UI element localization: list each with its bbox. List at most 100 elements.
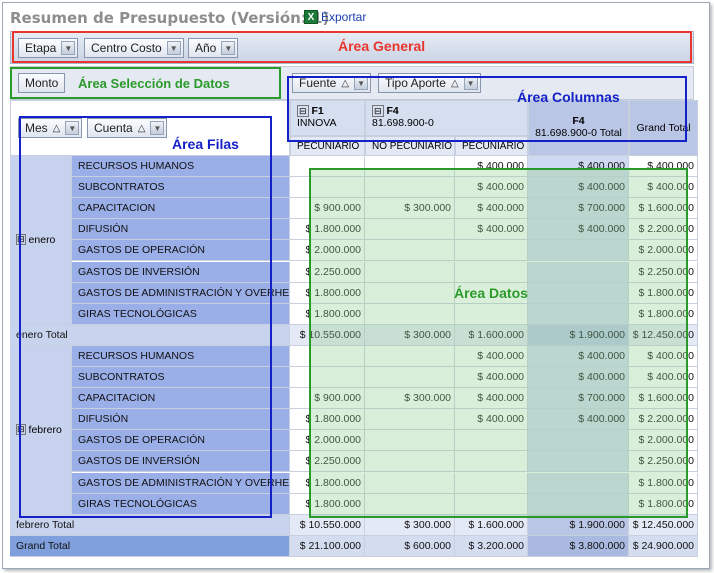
value-cell <box>455 261 528 283</box>
chevron-down-icon[interactable]: ▼ <box>166 41 181 55</box>
filter-chip-label: Etapa <box>25 41 57 55</box>
account-label: RECURSOS HUMANOS <box>72 156 290 177</box>
row-field-label: Cuenta <box>94 121 133 135</box>
value-cell: $ 300.000 <box>365 324 455 346</box>
value-cell <box>528 430 629 452</box>
collapse-icon[interactable]: ⊟ <box>372 105 384 117</box>
value-cell: $ 1.800.000 <box>290 493 365 515</box>
value-cell: $ 2.250.000 <box>629 451 698 473</box>
value-cell: $ 400.000 <box>528 219 629 241</box>
value-cell: $ 1.800.000 <box>290 409 365 431</box>
sort-icon[interactable]: △ <box>53 123 61 134</box>
columns-area-label: Área Columnas <box>517 89 620 105</box>
value-cell <box>290 367 365 388</box>
value-cell <box>455 240 528 262</box>
account-label: SUBCONTRATOS <box>72 367 290 388</box>
excel-icon: X <box>304 10 318 24</box>
value-cell: $ 1.800.000 <box>629 493 698 515</box>
filter-chip-etapa[interactable]: Etapa ▼ <box>18 38 79 58</box>
value-cell: $ 400.000 <box>455 345 528 367</box>
value-cell: $ 400.000 <box>528 156 629 177</box>
column-header-f4-total-sub: 81.698.900-0 Total <box>535 127 622 139</box>
value-cell <box>528 282 629 304</box>
month-label: febrero <box>28 423 62 436</box>
account-label: GASTOS DE OPERACIÓN <box>72 430 290 452</box>
column-header-f1-name: F1 <box>311 105 324 117</box>
value-cell: $ 900.000 <box>290 388 365 410</box>
sort-icon[interactable]: △ <box>138 123 146 134</box>
column-field-tipo-aporte[interactable]: Tipo Aporte △ ▼ <box>378 73 481 93</box>
value-cell <box>365 156 455 177</box>
collapse-icon[interactable]: ⊟ <box>16 424 26 436</box>
account-label: GASTOS DE INVERSIÓN <box>72 451 290 473</box>
value-cell: $ 2.000.000 <box>290 240 365 262</box>
chevron-down-icon[interactable]: ▼ <box>65 121 80 135</box>
data-area-label: Área Datos <box>454 285 528 301</box>
value-cell: $ 400.000 <box>629 156 698 177</box>
month-total-label: enero Total <box>10 324 290 346</box>
value-cell: $ 24.900.000 <box>629 535 698 557</box>
month-group[interactable]: ⊟ enero <box>10 156 72 325</box>
column-header-f4-sub: 81.698.900-0 <box>372 117 434 129</box>
value-cell <box>365 345 455 367</box>
month-label: enero <box>28 233 56 246</box>
chevron-down-icon[interactable]: ▼ <box>61 41 76 55</box>
column-header-f1[interactable]: ⊟ F1 INNOVA <box>290 100 365 136</box>
value-cell <box>365 430 455 452</box>
value-cell <box>365 282 455 304</box>
column-header-pecuniario-2: PECUNIARIO <box>455 136 528 156</box>
collapse-icon[interactable]: ⊟ <box>16 234 26 246</box>
value-cell: $ 2.000.000 <box>629 240 698 262</box>
value-cell: $ 400.000 <box>455 409 528 431</box>
column-header-f4[interactable]: ⊟ F4 81.698.900-0 <box>365 100 528 136</box>
value-cell: $ 1.800.000 <box>290 282 365 304</box>
chevron-down-icon[interactable]: ▼ <box>463 76 478 90</box>
column-field-fuente[interactable]: Fuente △ ▼ <box>292 73 372 93</box>
value-cell: $ 1.800.000 <box>290 303 365 325</box>
month-group[interactable]: ⊟ febrero <box>10 345 72 515</box>
rows-area-label: Área Filas <box>172 136 239 152</box>
value-cell <box>365 177 455 199</box>
row-field-label: Mes <box>25 121 48 135</box>
expand-icon[interactable]: ⊟ <box>297 105 309 117</box>
chevron-down-icon[interactable]: ▼ <box>221 41 236 55</box>
value-cell: $ 1.600.000 <box>629 388 698 410</box>
row-field-cuenta[interactable]: Cuenta △ ▼ <box>87 118 168 138</box>
value-cell <box>290 177 365 199</box>
value-cell: $ 1.600.000 <box>629 198 698 220</box>
filter-chip-centro-costo[interactable]: Centro Costo ▼ <box>84 38 184 58</box>
filter-chip-ano[interactable]: Año ▼ <box>188 38 239 58</box>
account-label: GASTOS DE INVERSIÓN <box>72 261 290 283</box>
value-cell <box>365 261 455 283</box>
value-cell: $ 900.000 <box>290 198 365 220</box>
value-cell <box>528 451 629 473</box>
account-label: GASTOS DE ADMINISTRACIÓN Y OVERHEAD <box>72 282 290 304</box>
value-cell: $ 2.200.000 <box>629 409 698 431</box>
account-label: SUBCONTRATOS <box>72 177 290 199</box>
column-header-f4-name: F4 <box>386 105 399 117</box>
column-header-grand-total: Grand Total <box>629 100 698 156</box>
value-cell: $ 10.550.000 <box>290 324 365 346</box>
chevron-down-icon[interactable]: ▼ <box>354 76 369 90</box>
column-header-no-pecuniario: NO PECUNIARIO <box>365 136 455 156</box>
value-cell: $ 2.200.000 <box>629 219 698 241</box>
account-label: GIRAS TECNOLÓGICAS <box>72 493 290 515</box>
value-cell: $ 1.600.000 <box>455 324 528 346</box>
chevron-down-icon[interactable]: ▼ <box>150 121 165 135</box>
value-cell: $ 1.900.000 <box>528 514 629 536</box>
sort-icon[interactable]: △ <box>341 78 349 89</box>
value-cell: $ 400.000 <box>528 177 629 199</box>
value-cell: $ 1.800.000 <box>290 472 365 494</box>
sort-icon[interactable]: △ <box>451 78 459 89</box>
value-cell: $ 400.000 <box>528 409 629 431</box>
value-cell <box>365 303 455 325</box>
data-field-monto[interactable]: Monto <box>18 73 66 93</box>
account-label: CAPACITACION <box>72 198 290 220</box>
export-link[interactable]: X Exportar <box>304 10 366 24</box>
value-cell <box>365 472 455 494</box>
value-cell: $ 300.000 <box>365 198 455 220</box>
value-cell <box>455 303 528 325</box>
value-cell: $ 400.000 <box>455 367 528 388</box>
row-field-mes[interactable]: Mes △ ▼ <box>18 118 83 138</box>
filter-chip-label: Centro Costo <box>91 41 162 55</box>
